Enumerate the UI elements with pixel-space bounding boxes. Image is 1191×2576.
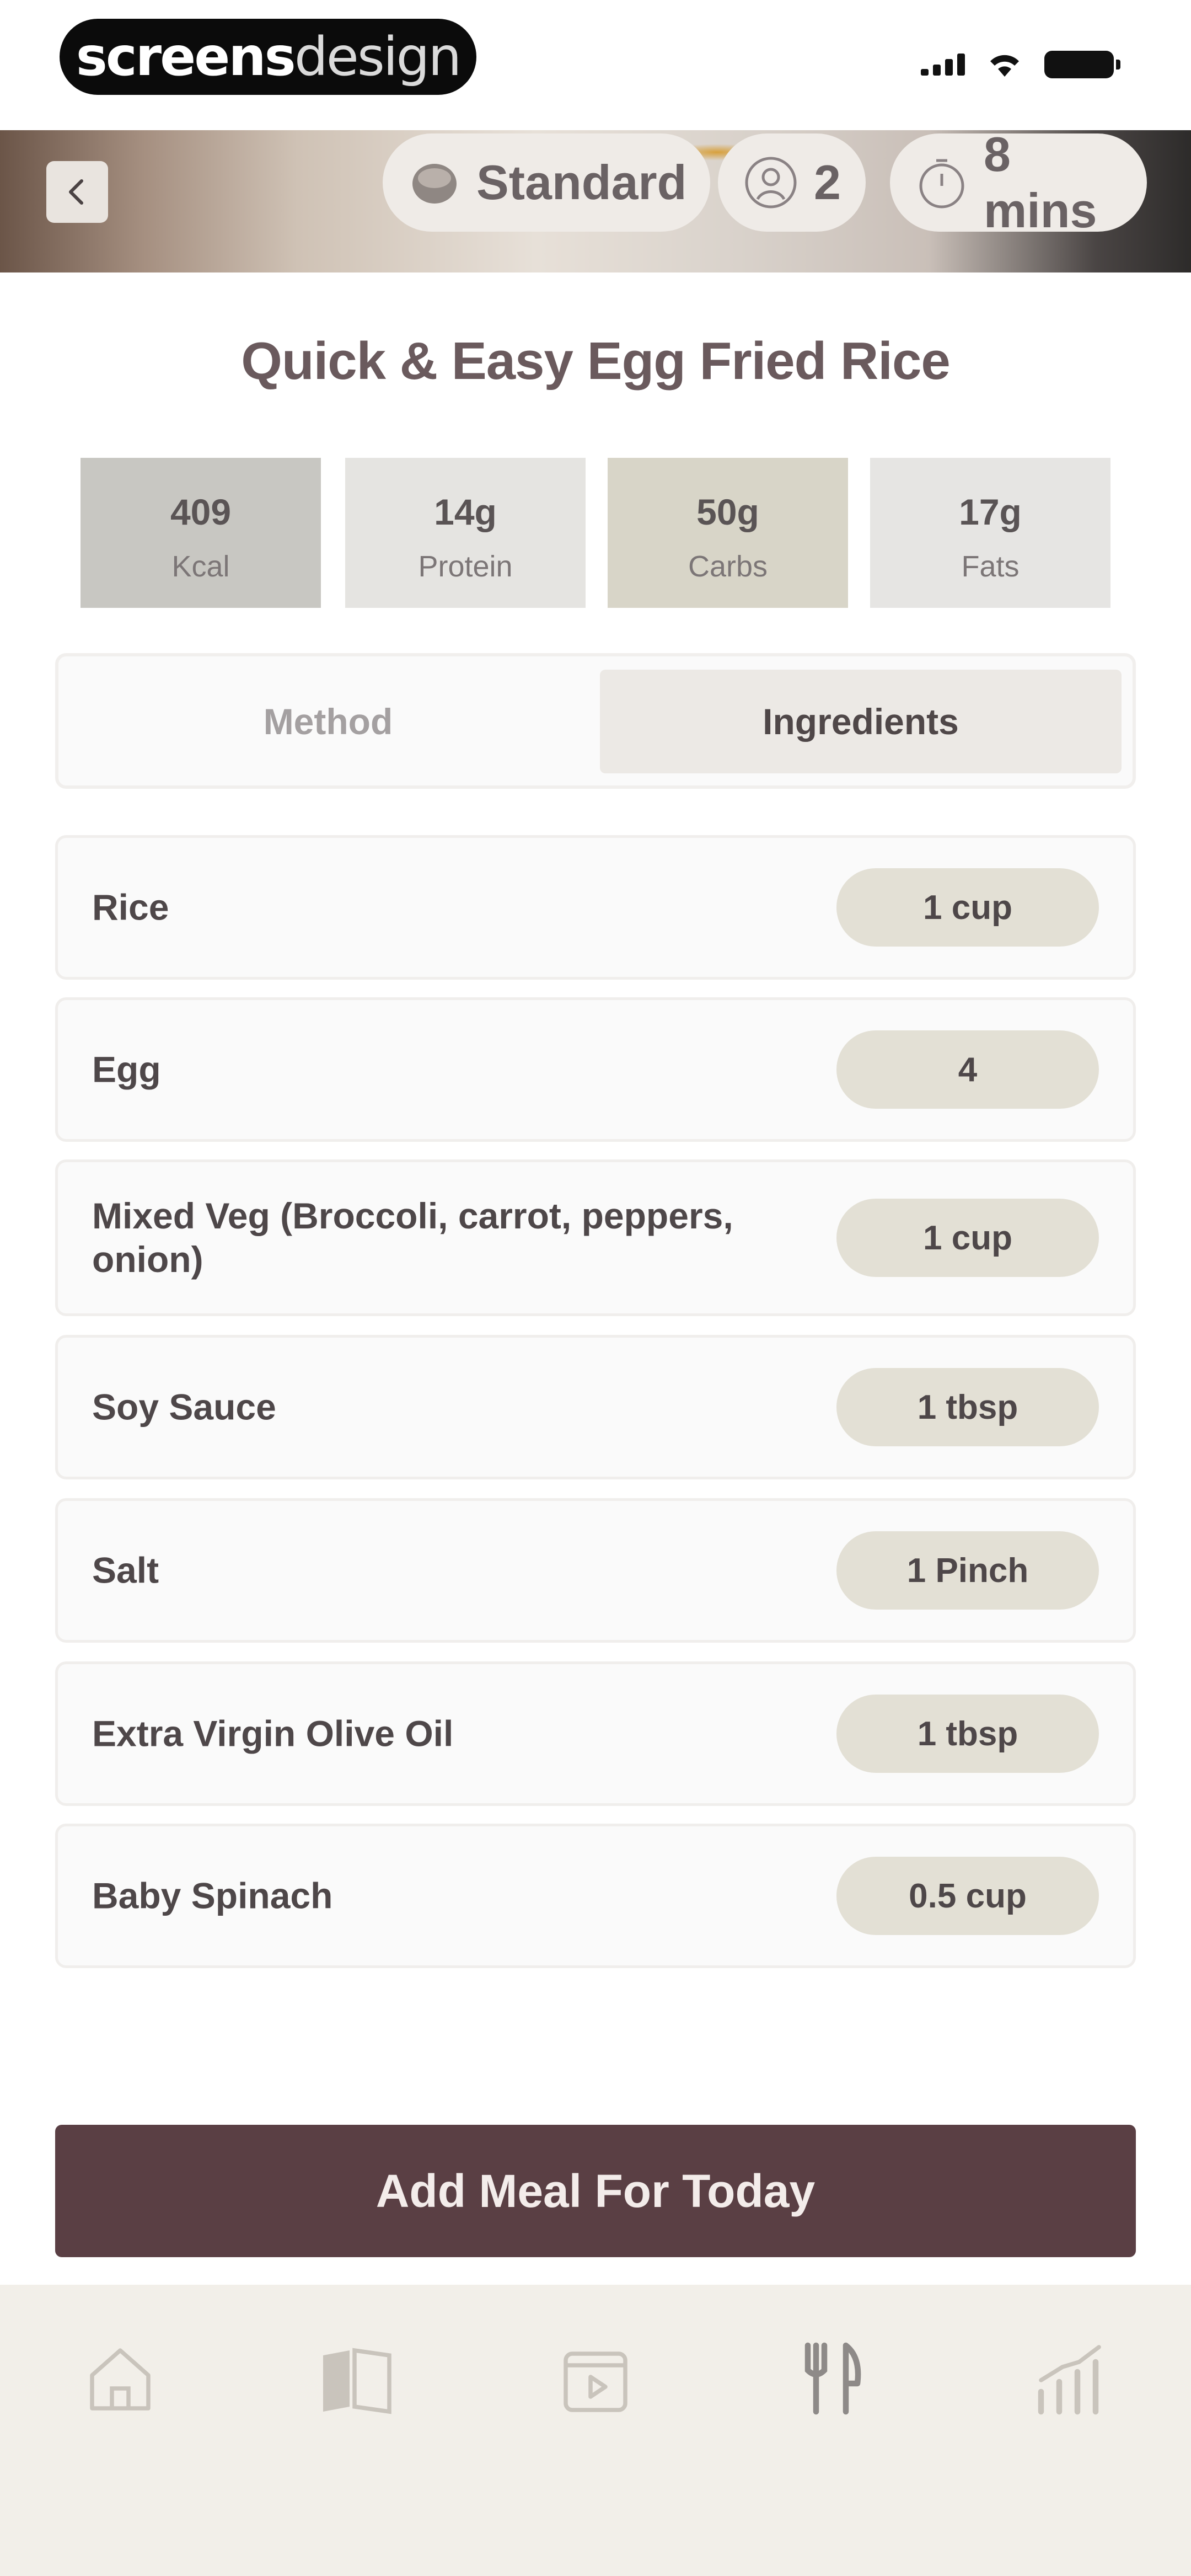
person-icon [742,154,800,211]
cook-time-label: 8 mins [984,130,1097,238]
ingredient-name: Baby Spinach [92,1875,333,1916]
fork-knife-icon [804,2342,861,2415]
tab-ingredients[interactable]: Ingredients [600,670,1122,773]
nutrition-value: 409 [170,491,232,532]
ingredient-row: Baby Spinach 0.5 cup [55,1824,1136,1968]
ingredient-name: Salt [92,1549,159,1591]
servings-label: 2 [814,155,841,210]
video-icon [564,2351,627,2412]
ingredient-row: Salt 1 Pinch [55,1498,1136,1643]
recipe-tabs: Method Ingredients [55,653,1136,789]
nutrition-protein: 14g Protein [345,458,586,608]
nav-library[interactable] [307,2329,406,2428]
servings-chip[interactable]: 2 [718,133,866,232]
nutrition-value: 50g [696,491,759,532]
status-icons [921,51,1120,78]
nutrition-label: Kcal [171,550,230,583]
nutrition-value: 14g [434,491,497,532]
signal-icon [921,54,965,76]
ingredient-name: Rice [92,886,169,928]
nutrition-label: Fats [961,550,1020,583]
ingredient-row: Rice 1 cup [55,835,1136,980]
ingredient-quantity: 1 cup [836,1199,1099,1277]
portion-size-label: Standard [476,155,687,210]
nav-recipes[interactable] [783,2329,882,2428]
cook-time-chip: 8 mins [890,130,1147,238]
book-icon [323,2348,391,2414]
battery-icon [1044,51,1120,78]
nutrition-value: 17g [959,491,1022,532]
ingredient-quantity: 1 tbsp [836,1368,1099,1446]
ingredient-row: Extra Virgin Olive Oil 1 tbsp [55,1661,1136,1806]
back-button[interactable] [46,161,108,223]
bottom-nav [0,2285,1191,2576]
ingredient-name: Soy Sauce [92,1386,276,1428]
ingredient-quantity: 1 tbsp [836,1695,1099,1773]
ingredient-name: Mixed Veg (Broccoli, carrot, peppers, on… [92,1195,733,1280]
nav-home[interactable] [71,2329,170,2428]
timer-icon [914,154,969,211]
ingredient-row: Egg 4 [55,997,1136,1142]
nutrition-label: Carbs [688,550,768,583]
ingredient-quantity: 4 [836,1030,1099,1109]
ingredient-quantity: 1 Pinch [836,1531,1099,1610]
nutrition-kcal: 409 Kcal [81,458,321,608]
nutrition-fats: 17g Fats [870,458,1110,608]
ingredient-row: Soy Sauce 1 tbsp [55,1335,1136,1479]
nutrition-carbs: 50g Carbs [608,458,848,608]
tab-method[interactable]: Method [66,670,590,773]
home-icon [90,2348,151,2411]
chevron-left-icon [69,179,83,205]
recipe-hero-image: Standard 2 8 mins [0,130,1191,272]
bowl-icon [407,154,462,211]
add-meal-button[interactable]: Add Meal For Today [55,2125,1136,2257]
nutrition-label: Protein [418,550,513,583]
ingredient-quantity: 0.5 cup [836,1857,1099,1935]
ingredient-row: Mixed Veg (Broccoli, carrot, peppers, on… [55,1159,1136,1316]
nav-videos[interactable] [546,2329,645,2428]
wifi-icon [990,55,1019,77]
brand-logo-bold: screens [76,26,296,88]
brand-logo-light: design [294,26,462,88]
status-bar: screens design [0,0,1191,130]
ingredient-quantity: 1 cup [836,868,1099,947]
chart-icon [1038,2345,1101,2415]
portion-size-chip[interactable]: Standard [383,133,710,232]
brand-logo: screens design [60,19,476,95]
ingredient-name: Extra Virgin Olive Oil [92,1713,454,1754]
recipe-title: Quick & Easy Egg Fried Rice [241,332,950,391]
ingredient-name: Egg [92,1049,161,1090]
nav-progress[interactable] [1021,2329,1120,2428]
